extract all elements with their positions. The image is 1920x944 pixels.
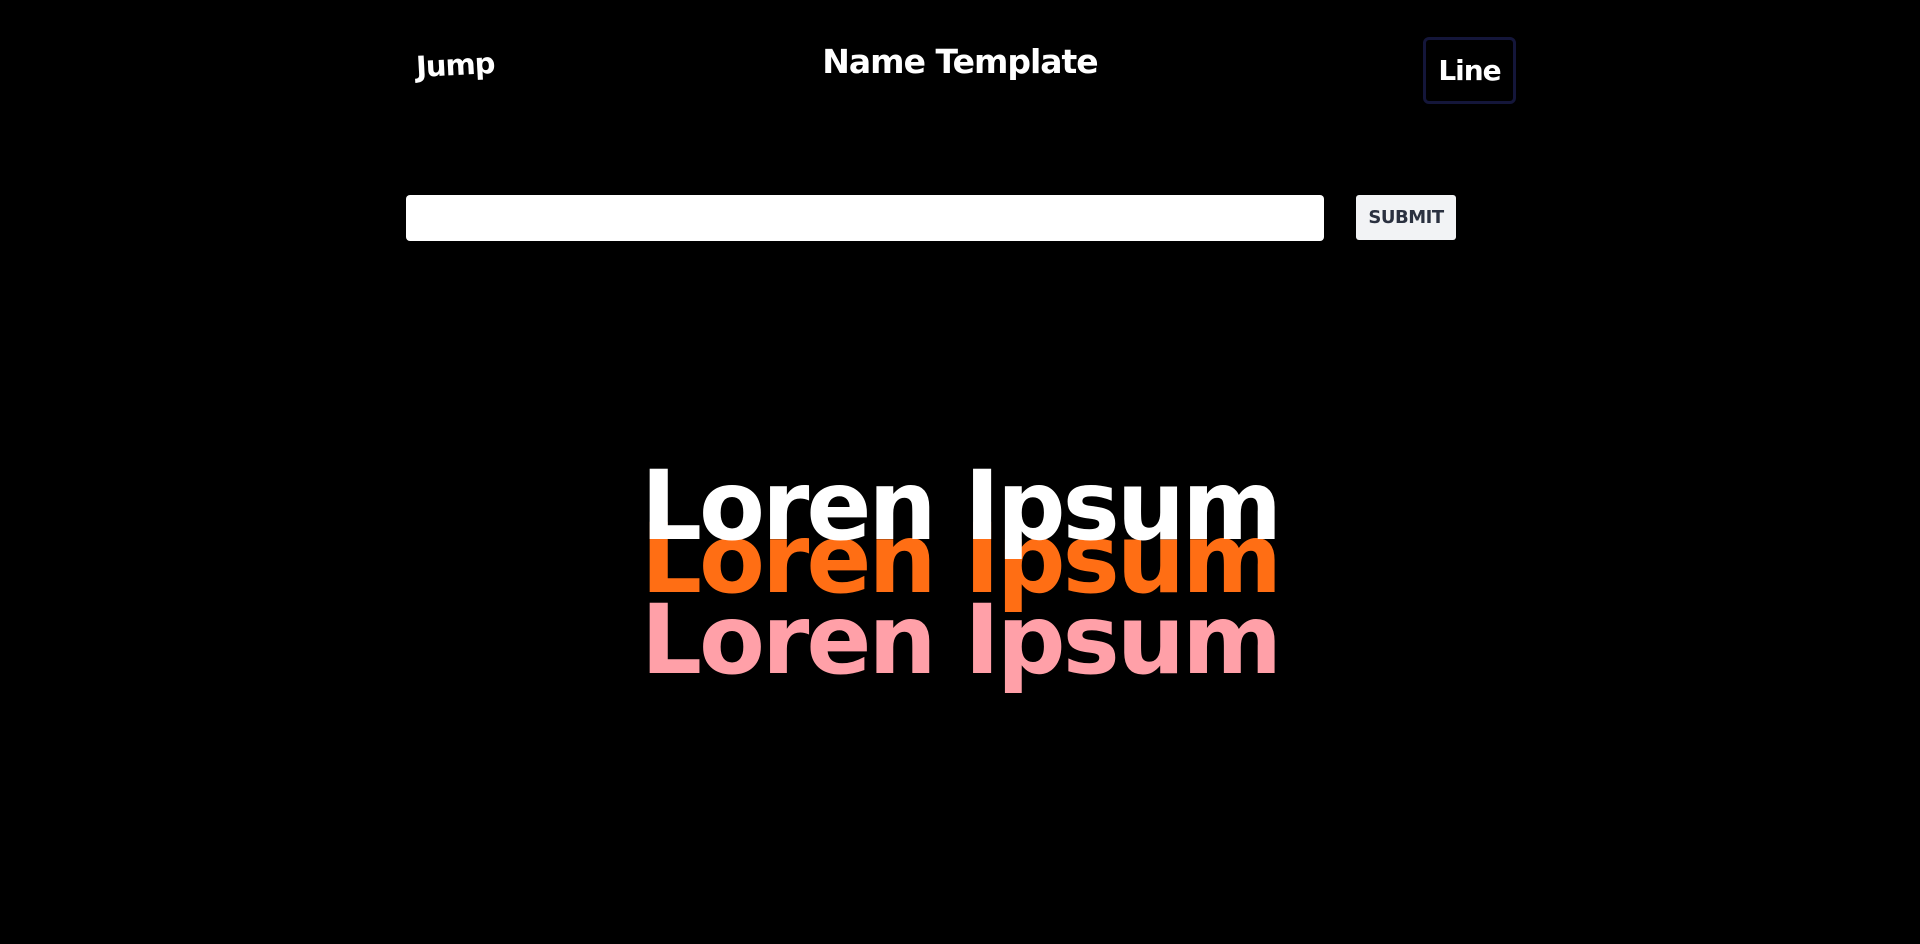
page-title: Name Template <box>822 42 1098 81</box>
preview-line-white: Loren Ipsum <box>640 450 1282 562</box>
nav-line-button[interactable]: Line <box>1423 37 1516 104</box>
preview-line-pink: Loren Ipsum <box>640 584 1282 696</box>
submit-button[interactable]: SUBMIT <box>1356 195 1456 240</box>
nav-line-label: Line <box>1438 54 1501 87</box>
preview-line-orange: Loren Ipsum <box>640 503 1282 615</box>
name-input[interactable] <box>406 195 1324 241</box>
name-preview-stack: Loren Ipsum Loren Ipsum Loren Ipsum <box>0 0 1920 944</box>
